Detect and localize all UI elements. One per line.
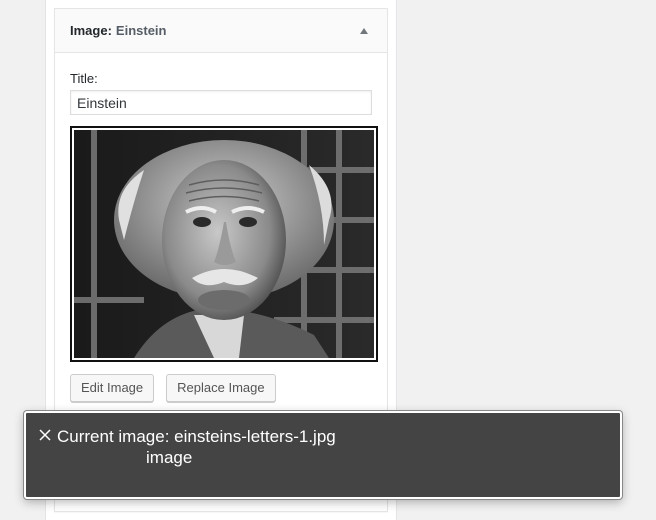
current-image-tooltip: Current image: einsteins-letters-1.jpg i… — [24, 411, 622, 499]
tooltip-filename: Current image: einsteins-letters-1.jpg — [57, 427, 336, 446]
replace-image-button[interactable]: Replace Image — [166, 374, 276, 402]
widget-header[interactable]: Image: Einstein — [55, 9, 387, 53]
close-icon[interactable] — [38, 427, 52, 441]
widget-body: Title: Einstein Edit Image Replace Image — [55, 53, 387, 402]
widget-header-title: Einstein — [115, 23, 167, 38]
collapse-arrow-icon[interactable] — [360, 27, 368, 34]
title-label: Title: — [70, 71, 98, 86]
image-actions: Edit Image Replace Image — [70, 374, 372, 402]
edit-image-button[interactable]: Edit Image — [70, 374, 155, 402]
portrait-image — [74, 130, 374, 358]
widget-header-prefix: Image: — [70, 23, 112, 38]
title-input[interactable] — [70, 90, 372, 115]
selected-image[interactable] — [70, 126, 378, 362]
tooltip-type: image — [146, 448, 193, 467]
